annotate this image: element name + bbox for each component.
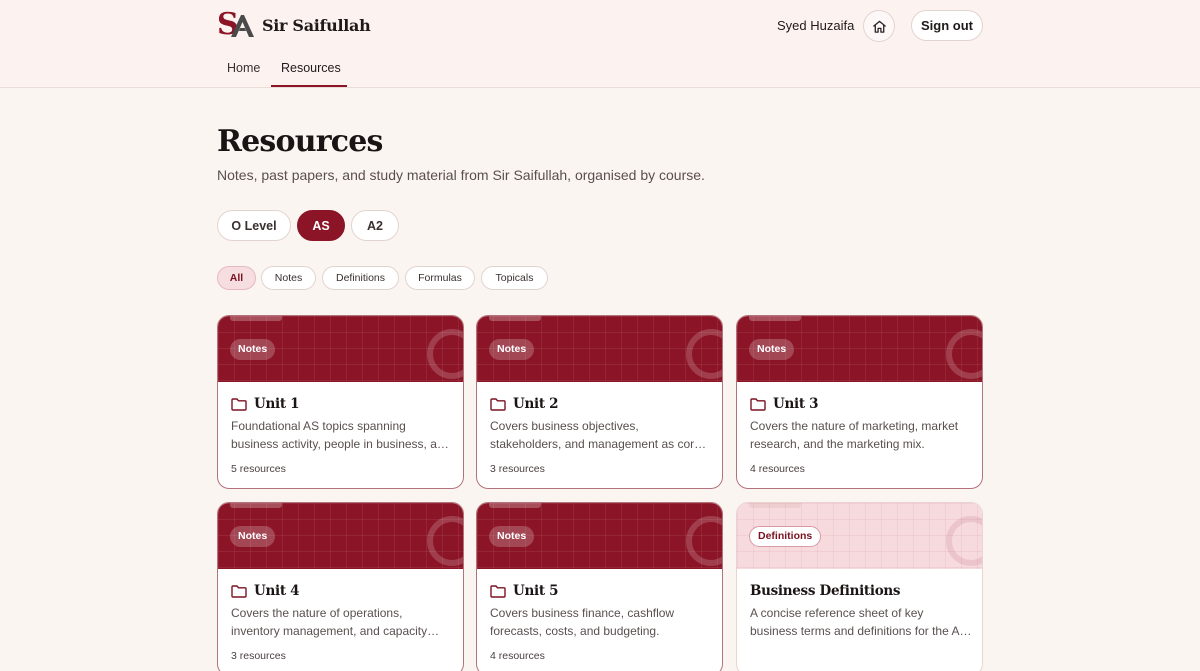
- resource-card-unit-5[interactable]: Notes Unit 5 Covers business finance, ca…: [476, 502, 723, 671]
- filter-notes[interactable]: Notes: [261, 266, 316, 290]
- card-description: Foundational AS topics spanning business…: [231, 419, 451, 451]
- card-title: Unit 2: [490, 396, 559, 412]
- card-resource-count: 3 resources: [231, 650, 286, 662]
- top-header: S Sir Saifullah Syed Huzaifa Sign out Ho…: [0, 0, 1200, 88]
- home-icon: [872, 20, 886, 33]
- card-tab-decoration: [749, 503, 801, 508]
- card-title: Unit 5: [490, 583, 559, 599]
- sign-out-button[interactable]: Sign out: [911, 10, 983, 41]
- card-title: Unit 3: [750, 396, 819, 412]
- card-title-text: Unit 4: [254, 583, 300, 599]
- folder-icon: [490, 397, 506, 411]
- filter-definitions[interactable]: Definitions: [322, 266, 399, 290]
- ring-decoration-icon: [427, 516, 463, 566]
- card-badge: Notes: [489, 339, 535, 360]
- level-a2[interactable]: A2: [351, 210, 399, 241]
- card-title-text: Unit 1: [254, 396, 300, 412]
- card-tab-decoration: [230, 316, 282, 321]
- home-button[interactable]: [863, 10, 895, 42]
- card-badge: Notes: [489, 526, 535, 547]
- page-title: Resources: [217, 124, 383, 159]
- card-banner: Definitions: [737, 503, 982, 569]
- page-subtitle: Notes, past papers, and study material f…: [217, 167, 705, 183]
- resource-card-business-definitions[interactable]: Definitions Business Definitions A conci…: [736, 502, 983, 671]
- card-description: A concise reference sheet of key busines…: [750, 606, 968, 638]
- card-title: Business Definitions: [750, 583, 901, 599]
- filter-topicals[interactable]: Topicals: [481, 266, 548, 290]
- filter-formulas[interactable]: Formulas: [405, 266, 475, 290]
- card-tab-decoration: [489, 316, 541, 321]
- logo-a-mark-icon: [231, 15, 254, 37]
- card-title: Unit 1: [231, 396, 300, 412]
- folder-icon: [490, 584, 506, 598]
- card-resource-count: 5 resources: [231, 463, 286, 475]
- brand-name: Sir Saifullah: [262, 15, 371, 35]
- folder-icon: [750, 397, 766, 411]
- resource-card-unit-4[interactable]: Notes Unit 4 Covers the nature of operat…: [217, 502, 464, 671]
- card-badge: Definitions: [749, 526, 822, 547]
- level-o-level[interactable]: O Level: [217, 210, 291, 241]
- card-banner: Notes: [477, 316, 722, 382]
- card-title-text: Unit 2: [513, 396, 559, 412]
- card-tab-decoration: [230, 503, 282, 508]
- brand-link[interactable]: S Sir Saifullah: [217, 7, 371, 42]
- card-title: Unit 4: [231, 583, 300, 599]
- resource-card-unit-3[interactable]: Notes Unit 3 Covers the nature of market…: [736, 315, 983, 489]
- folder-icon: [231, 584, 247, 598]
- level-as[interactable]: AS: [297, 210, 345, 241]
- card-description: Covers the nature of marketing, market r…: [750, 419, 959, 451]
- ring-decoration-icon: [427, 329, 463, 379]
- card-badge: Notes: [230, 526, 276, 547]
- tab-home[interactable]: Home: [217, 61, 270, 75]
- active-tab-indicator: [271, 85, 347, 87]
- card-description: Covers the nature of operations, invento…: [231, 606, 428, 638]
- card-badge: Notes: [749, 339, 795, 360]
- resource-card-unit-1[interactable]: Notes Unit 1 Foundational AS topics span…: [217, 315, 464, 489]
- card-description: Covers business finance, cashflow foreca…: [490, 606, 675, 638]
- resource-card-unit-2[interactable]: Notes Unit 2 Covers business objectives,…: [476, 315, 723, 489]
- card-title-text: Unit 5: [513, 583, 559, 599]
- ring-decoration-icon: [686, 329, 722, 379]
- ring-decoration-icon: [946, 329, 982, 379]
- card-tab-decoration: [489, 503, 541, 508]
- card-title-text: Unit 3: [773, 396, 819, 412]
- tab-resources[interactable]: Resources: [271, 61, 351, 75]
- card-resource-count: 4 resources: [490, 650, 545, 662]
- ring-decoration-icon: [686, 516, 722, 566]
- user-name: Syed Huzaifa: [777, 18, 855, 33]
- brand-logo: S: [217, 7, 255, 42]
- card-banner: Notes: [737, 316, 982, 382]
- filter-all[interactable]: All: [217, 266, 256, 290]
- folder-icon: [231, 397, 247, 411]
- card-tab-decoration: [749, 316, 801, 321]
- card-title-text: Business Definitions: [750, 583, 901, 599]
- card-banner: Notes: [477, 503, 722, 569]
- card-badge: Notes: [230, 339, 276, 360]
- card-banner: Notes: [218, 316, 463, 382]
- card-banner: Notes: [218, 503, 463, 569]
- ring-decoration-icon: [946, 516, 982, 566]
- card-description: Covers business objectives, stakeholders…: [490, 419, 701, 451]
- card-resource-count: 4 resources: [750, 463, 805, 475]
- card-resource-count: 3 resources: [490, 463, 545, 475]
